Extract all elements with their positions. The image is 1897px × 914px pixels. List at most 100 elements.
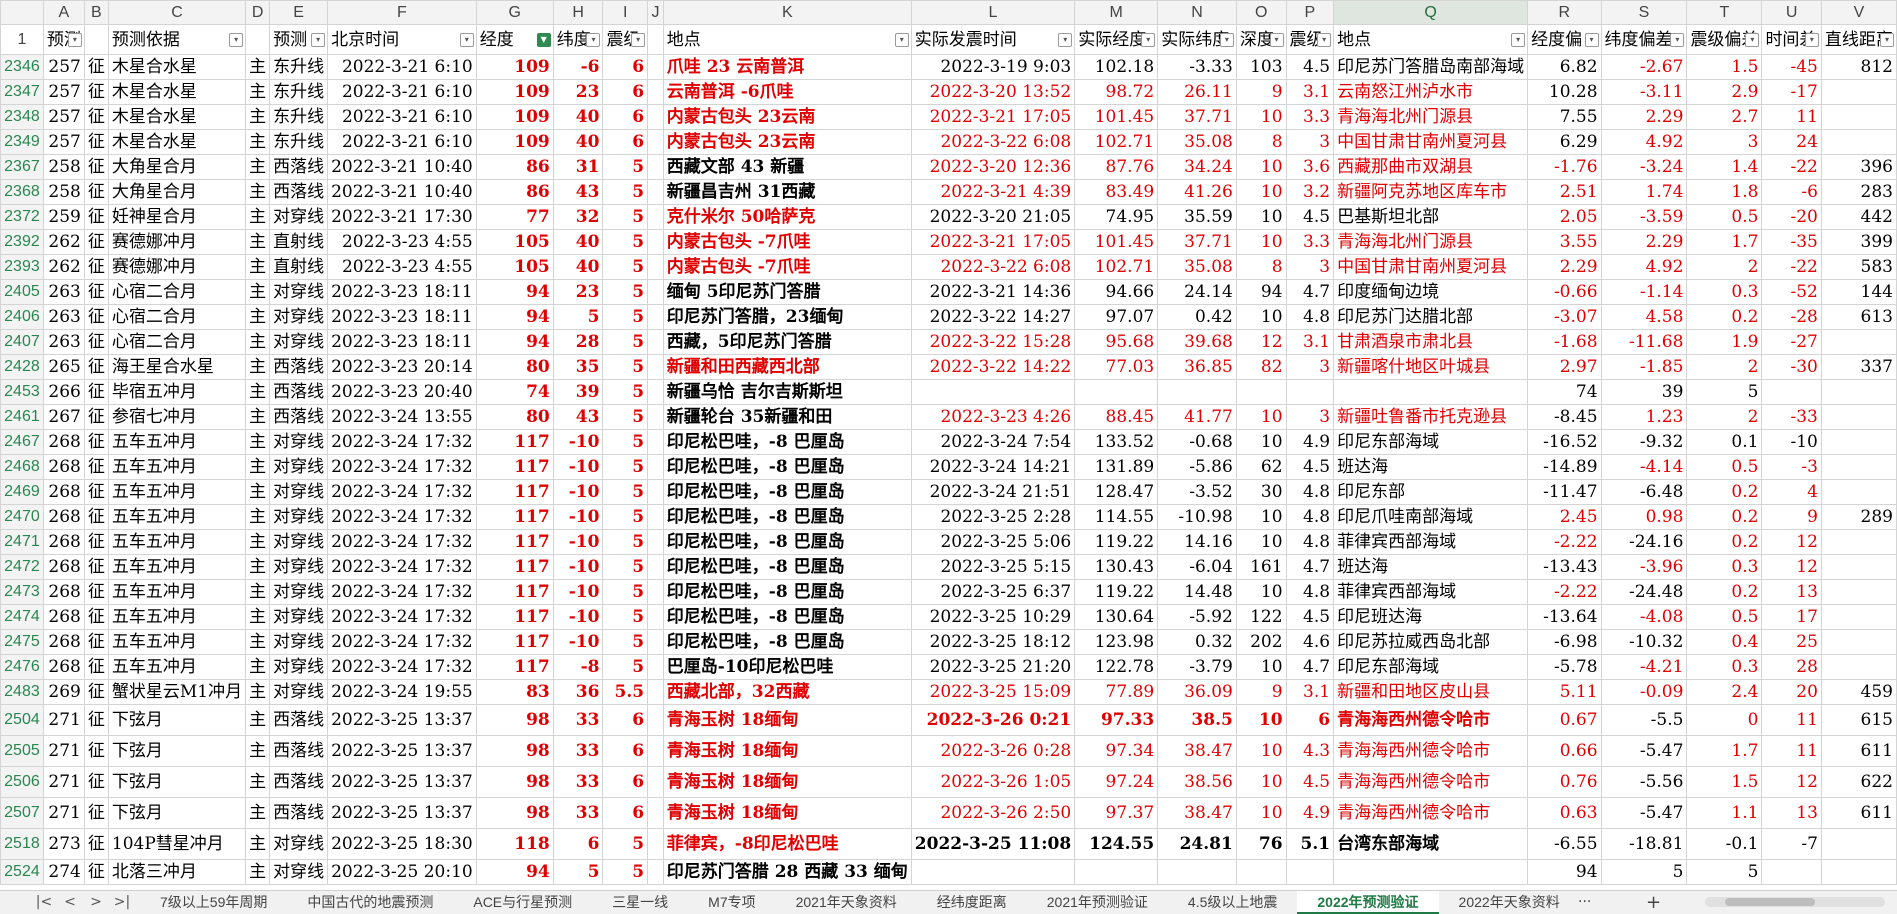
cell-b[interactable]: 征 [83, 229, 109, 255]
cell-i[interactable]: 5 [602, 154, 649, 180]
cell-j[interactable] [647, 554, 664, 580]
cell-j[interactable] [647, 766, 664, 798]
cell-a[interactable]: 263 [42, 329, 85, 355]
row-number[interactable]: 2474 [0, 604, 44, 630]
cell-g[interactable]: 109 [475, 129, 554, 155]
cell-f[interactable]: 2022-3-23 4:55 [327, 229, 477, 255]
cell-s[interactable]: -3.11 [1600, 79, 1688, 105]
column-letter-m[interactable]: M [1074, 0, 1159, 25]
cell-a[interactable]: 266 [42, 379, 85, 405]
cell-v[interactable]: 289 [1820, 504, 1897, 530]
column-header-i[interactable]: 震级 ▾ [602, 24, 649, 55]
cell-g[interactable]: 94 [475, 304, 554, 330]
cell-d[interactable]: 主 [245, 735, 271, 767]
cell-j[interactable] [647, 704, 664, 736]
cell-k[interactable]: 克什米尔 50哈萨克 [662, 204, 912, 230]
cell-l[interactable]: 2022-3-22 6:08 [910, 129, 1076, 155]
last-sheet-icon[interactable]: >| [108, 891, 136, 914]
active-filter-icon[interactable]: ▼ [536, 33, 551, 47]
cell-v[interactable] [1820, 529, 1897, 555]
cell-j[interactable] [647, 304, 664, 330]
cell-m[interactable]: 102.18 [1074, 54, 1159, 80]
cell-g[interactable]: 117 [475, 654, 554, 680]
cell-t[interactable]: 5 [1686, 859, 1763, 885]
column-letter-k[interactable]: K [662, 0, 912, 25]
cell-n[interactable]: -5.86 [1157, 454, 1237, 480]
cell-q[interactable]: 新疆吐鲁番市托克逊县 [1333, 404, 1529, 430]
row-number[interactable]: 2483 [0, 679, 44, 705]
cell-e[interactable]: 对穿线 [269, 604, 329, 630]
cell-a[interactable]: 258 [42, 154, 85, 180]
cell-e[interactable]: 对穿线 [269, 579, 329, 605]
cell-f[interactable]: 2022-3-25 18:30 [327, 828, 477, 860]
cell-h[interactable]: -10 [552, 554, 604, 580]
cell-m[interactable]: 133.52 [1074, 429, 1159, 455]
cell-q[interactable]: 班达海 [1333, 454, 1529, 480]
cell-g[interactable]: 86 [475, 179, 554, 205]
row-number[interactable]: 2461 [0, 404, 44, 430]
cell-b[interactable]: 征 [83, 279, 109, 305]
cell-d[interactable]: 主 [245, 554, 271, 580]
cell-u[interactable]: 17 [1761, 604, 1822, 630]
cell-q[interactable]: 新疆和田地区皮山县 [1333, 679, 1529, 705]
cell-l[interactable]: 2022-3-25 6:37 [910, 579, 1076, 605]
cell-h[interactable]: 23 [552, 279, 604, 305]
cell-n[interactable]: 0.32 [1157, 629, 1237, 655]
cell-c[interactable]: 五车五冲月 [107, 554, 247, 580]
cell-i[interactable]: 5 [602, 404, 649, 430]
row-number[interactable]: 2467 [0, 429, 44, 455]
cell-q[interactable]: 印尼东部海域 [1333, 429, 1529, 455]
cell-n[interactable]: 38.47 [1157, 735, 1237, 767]
cell-k[interactable]: 青海玉树 18缅甸 [662, 797, 912, 829]
column-letter-o[interactable]: O [1235, 0, 1287, 25]
column-header-u[interactable]: 时间差 ▾ [1761, 24, 1822, 55]
cell-v[interactable]: 283 [1820, 179, 1897, 205]
cell-q[interactable]: 中国甘肃甘南州夏河县 [1333, 254, 1529, 280]
row-number[interactable]: 2504 [0, 704, 44, 736]
cell-f[interactable]: 2022-3-24 19:55 [327, 679, 477, 705]
cell-h[interactable]: 40 [552, 229, 604, 255]
column-header-v[interactable]: 直线距离 ▾ [1820, 24, 1897, 55]
cell-j[interactable] [647, 828, 664, 860]
cell-t[interactable]: 0.2 [1686, 529, 1763, 555]
cell-l[interactable]: 2022-3-20 13:52 [910, 79, 1076, 105]
cell-b[interactable]: 征 [83, 79, 109, 105]
cell-u[interactable]: 11 [1761, 735, 1822, 767]
cell-m[interactable]: 131.89 [1074, 454, 1159, 480]
cell-d[interactable]: 主 [245, 454, 271, 480]
cell-b[interactable]: 征 [83, 797, 109, 829]
cell-m[interactable]: 74.95 [1074, 204, 1159, 230]
cell-s[interactable]: 4.92 [1600, 254, 1688, 280]
cell-c[interactable]: 五车五冲月 [107, 654, 247, 680]
cell-b[interactable]: 征 [83, 454, 109, 480]
cell-l[interactable]: 2022-3-20 21:05 [910, 204, 1076, 230]
cell-k[interactable]: 印尼松巴哇，-8 巴厘岛 [662, 579, 912, 605]
cell-s[interactable]: -5.47 [1600, 797, 1688, 829]
cell-e[interactable]: 东升线 [269, 54, 329, 80]
cell-l[interactable]: 2022-3-24 14:21 [910, 454, 1076, 480]
cell-u[interactable]: -35 [1761, 229, 1822, 255]
cell-l[interactable]: 2022-3-26 0:28 [910, 735, 1076, 767]
cell-m[interactable]: 130.43 [1074, 554, 1159, 580]
cell-u[interactable]: -6 [1761, 179, 1822, 205]
cell-k[interactable]: 西藏，5印尼苏门答腊 [662, 329, 912, 355]
cell-n[interactable]: -3.33 [1157, 54, 1237, 80]
cell-v[interactable]: 613 [1820, 304, 1897, 330]
cell-b[interactable]: 征 [83, 629, 109, 655]
cell-g[interactable]: 105 [475, 254, 554, 280]
cell-h[interactable]: 6 [552, 828, 604, 860]
cell-o[interactable]: 82 [1235, 354, 1287, 380]
cell-g[interactable]: 98 [475, 735, 554, 767]
cell-c[interactable]: 北落三冲月 [107, 859, 247, 885]
column-header-n[interactable]: 实际纬度 ▾ [1157, 24, 1237, 55]
cell-u[interactable]: -22 [1761, 154, 1822, 180]
cell-l[interactable]: 2022-3-25 11:08 [910, 828, 1076, 860]
sheet-tab[interactable]: 7级以上59年周期 [140, 891, 287, 914]
cell-s[interactable]: -9.32 [1600, 429, 1688, 455]
cell-j[interactable] [647, 404, 664, 430]
cell-n[interactable]: -6.04 [1157, 554, 1237, 580]
cell-g[interactable]: 117 [475, 454, 554, 480]
cell-c[interactable]: 五车五冲月 [107, 429, 247, 455]
cell-h[interactable]: 40 [552, 254, 604, 280]
cell-h[interactable]: 40 [552, 129, 604, 155]
